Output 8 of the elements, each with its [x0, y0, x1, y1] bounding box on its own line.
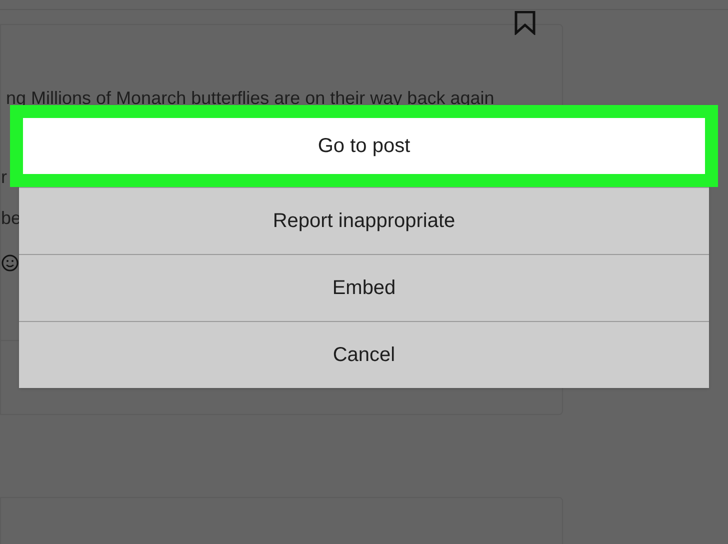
menu-item[interactable]: Report inappropriate	[19, 187, 709, 254]
bookmark-icon[interactable]	[514, 11, 536, 35]
caption-text: r	[1, 166, 7, 189]
menu-item[interactable]: Cancel	[19, 321, 709, 388]
menu-item[interactable]: Go to post	[10, 105, 718, 187]
caption-text: be	[1, 207, 22, 230]
menu-item[interactable]: Embed	[19, 254, 709, 321]
smiley-icon	[1, 254, 21, 272]
